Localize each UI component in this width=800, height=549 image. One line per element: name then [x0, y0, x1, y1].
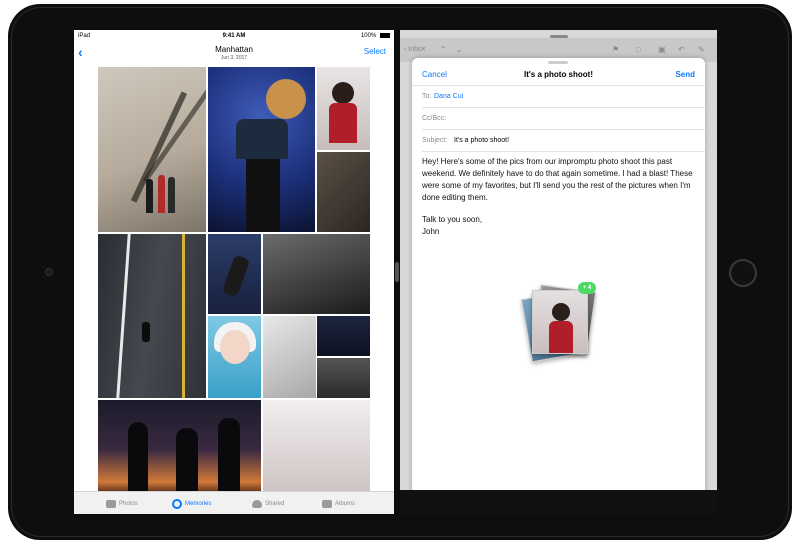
photo-thumbnail[interactable]: [98, 234, 206, 398]
silhouette-figure: [218, 418, 240, 491]
album-date: Jun 3, 2017: [220, 55, 248, 61]
hair-shape: [266, 79, 306, 119]
dragged-photo: [532, 290, 588, 354]
photos-icon: [106, 500, 116, 508]
badge-count: 4: [587, 285, 592, 291]
photo-thumbnail[interactable]: [208, 316, 261, 398]
mail-pane: ‹ Inbox ⌃ ⌄ ⚑ □ ▣ ↶ ✎ Cancel It's a phot…: [400, 30, 717, 514]
cloud-icon: [252, 500, 262, 508]
body-signature: John: [422, 227, 440, 236]
compose-icon[interactable]: ✎: [698, 45, 705, 54]
screen: iPad 9:41 AM 100% ‹ Manhattan Jun 3, 201…: [74, 30, 717, 514]
photo-thumbnail[interactable]: [263, 400, 370, 491]
photo-thumbnail[interactable]: [317, 67, 370, 150]
trash-icon[interactable]: ▣: [658, 45, 666, 54]
road-line: [116, 234, 131, 398]
status-bar: iPad 9:41 AM 100%: [74, 30, 394, 42]
hand-shape: [221, 254, 251, 298]
albums-icon: [322, 500, 332, 508]
person-figure: [146, 179, 153, 213]
shadow-shape: [142, 89, 206, 183]
body-paragraph: Hey! Here's some of the pics from our im…: [422, 157, 693, 202]
silhouette-figure: [176, 428, 198, 491]
person-figure: [332, 82, 354, 104]
inbox-back-button[interactable]: ‹ Inbox: [404, 46, 425, 53]
memories-icon: [172, 499, 182, 509]
battery-percent: 100%: [360, 33, 377, 40]
reply-icon[interactable]: ↶: [678, 45, 685, 54]
photos-pane: iPad 9:41 AM 100% ‹ Manhattan Jun 3, 201…: [74, 30, 394, 514]
road-line: [182, 234, 185, 398]
album-title: Manhattan: [215, 45, 253, 54]
arrow-up-icon[interactable]: ⌃: [440, 45, 447, 54]
photo-thumbnail[interactable]: [317, 316, 370, 356]
cc-bcc-field[interactable]: Cc/Bcc:: [422, 108, 705, 130]
photo-grid: [98, 67, 370, 491]
to-label: To:: [422, 93, 432, 100]
folder-icon[interactable]: □: [636, 45, 641, 54]
person-figure: [236, 119, 288, 159]
tab-label: Photos: [119, 501, 138, 507]
compose-sheet: Cancel It's a photo shoot! Send To: Dana…: [412, 58, 705, 514]
photo-thumbnail[interactable]: [208, 234, 261, 314]
dragged-photos-stack[interactable]: + 4: [520, 282, 598, 363]
photo-thumbnail[interactable]: [98, 400, 261, 491]
photos-tab-bar: Photos Memories Shared Albums: [74, 491, 394, 514]
tab-albums[interactable]: Albums: [322, 497, 355, 511]
tab-label: Albums: [335, 501, 356, 507]
face-shape: [220, 330, 250, 364]
photo-thumbnail[interactable]: [317, 152, 370, 232]
camera-icon: [45, 268, 53, 276]
person-figure: [329, 103, 357, 143]
subject-value[interactable]: It's a photo shoot!: [454, 137, 509, 144]
to-field[interactable]: To: Dana Cui: [422, 86, 705, 108]
photo-thumbnail[interactable]: [263, 316, 316, 398]
send-button[interactable]: Send: [675, 70, 695, 79]
person-figure: [549, 321, 573, 353]
photo-thumbnail[interactable]: [98, 67, 206, 232]
subject-field[interactable]: Subject: It's a photo shoot!: [422, 130, 705, 152]
arrow-down-icon[interactable]: ⌄: [456, 45, 463, 54]
tab-photos[interactable]: Photos: [106, 497, 138, 511]
subject-label: Subject:: [422, 137, 448, 144]
select-button[interactable]: Select: [364, 47, 386, 56]
drag-count-badge: + 4: [578, 282, 596, 294]
home-button[interactable]: [729, 259, 757, 287]
message-body[interactable]: Hey! Here's some of the pics from our im…: [422, 156, 698, 238]
tab-label: Memories: [185, 501, 212, 507]
divider-handle[interactable]: [395, 262, 399, 282]
status-time: 9:41 AM: [222, 33, 246, 39]
photo-thumbnail[interactable]: [317, 358, 370, 398]
to-recipient[interactable]: Dana Cui: [434, 93, 463, 100]
person-figure: [158, 175, 165, 213]
tab-shared[interactable]: Shared: [252, 497, 284, 511]
battery-status: 100%: [361, 33, 390, 39]
battery-icon: [380, 33, 390, 38]
flag-icon[interactable]: ⚑: [612, 45, 619, 54]
person-figure: [142, 322, 150, 342]
mail-bottom-area: [400, 490, 717, 514]
person-figure: [168, 177, 175, 213]
tab-memories[interactable]: Memories: [172, 497, 211, 511]
photo-thumbnail[interactable]: [208, 67, 315, 232]
tab-label: Shared: [265, 501, 285, 507]
compose-header: Cancel It's a photo shoot! Send: [412, 64, 705, 86]
cc-label: Cc/Bcc:: [422, 115, 447, 122]
silhouette-figure: [128, 422, 148, 491]
photo-thumbnail[interactable]: [263, 234, 370, 314]
body-closing: Talk to you soon,: [422, 215, 483, 224]
inbox-label: Inbox: [408, 46, 426, 53]
compose-title: It's a photo shoot!: [523, 70, 593, 79]
person-figure: [246, 159, 280, 232]
photos-nav-bar: ‹ Manhattan Jun 3, 2017 Select: [74, 42, 394, 66]
person-figure: [552, 303, 570, 321]
